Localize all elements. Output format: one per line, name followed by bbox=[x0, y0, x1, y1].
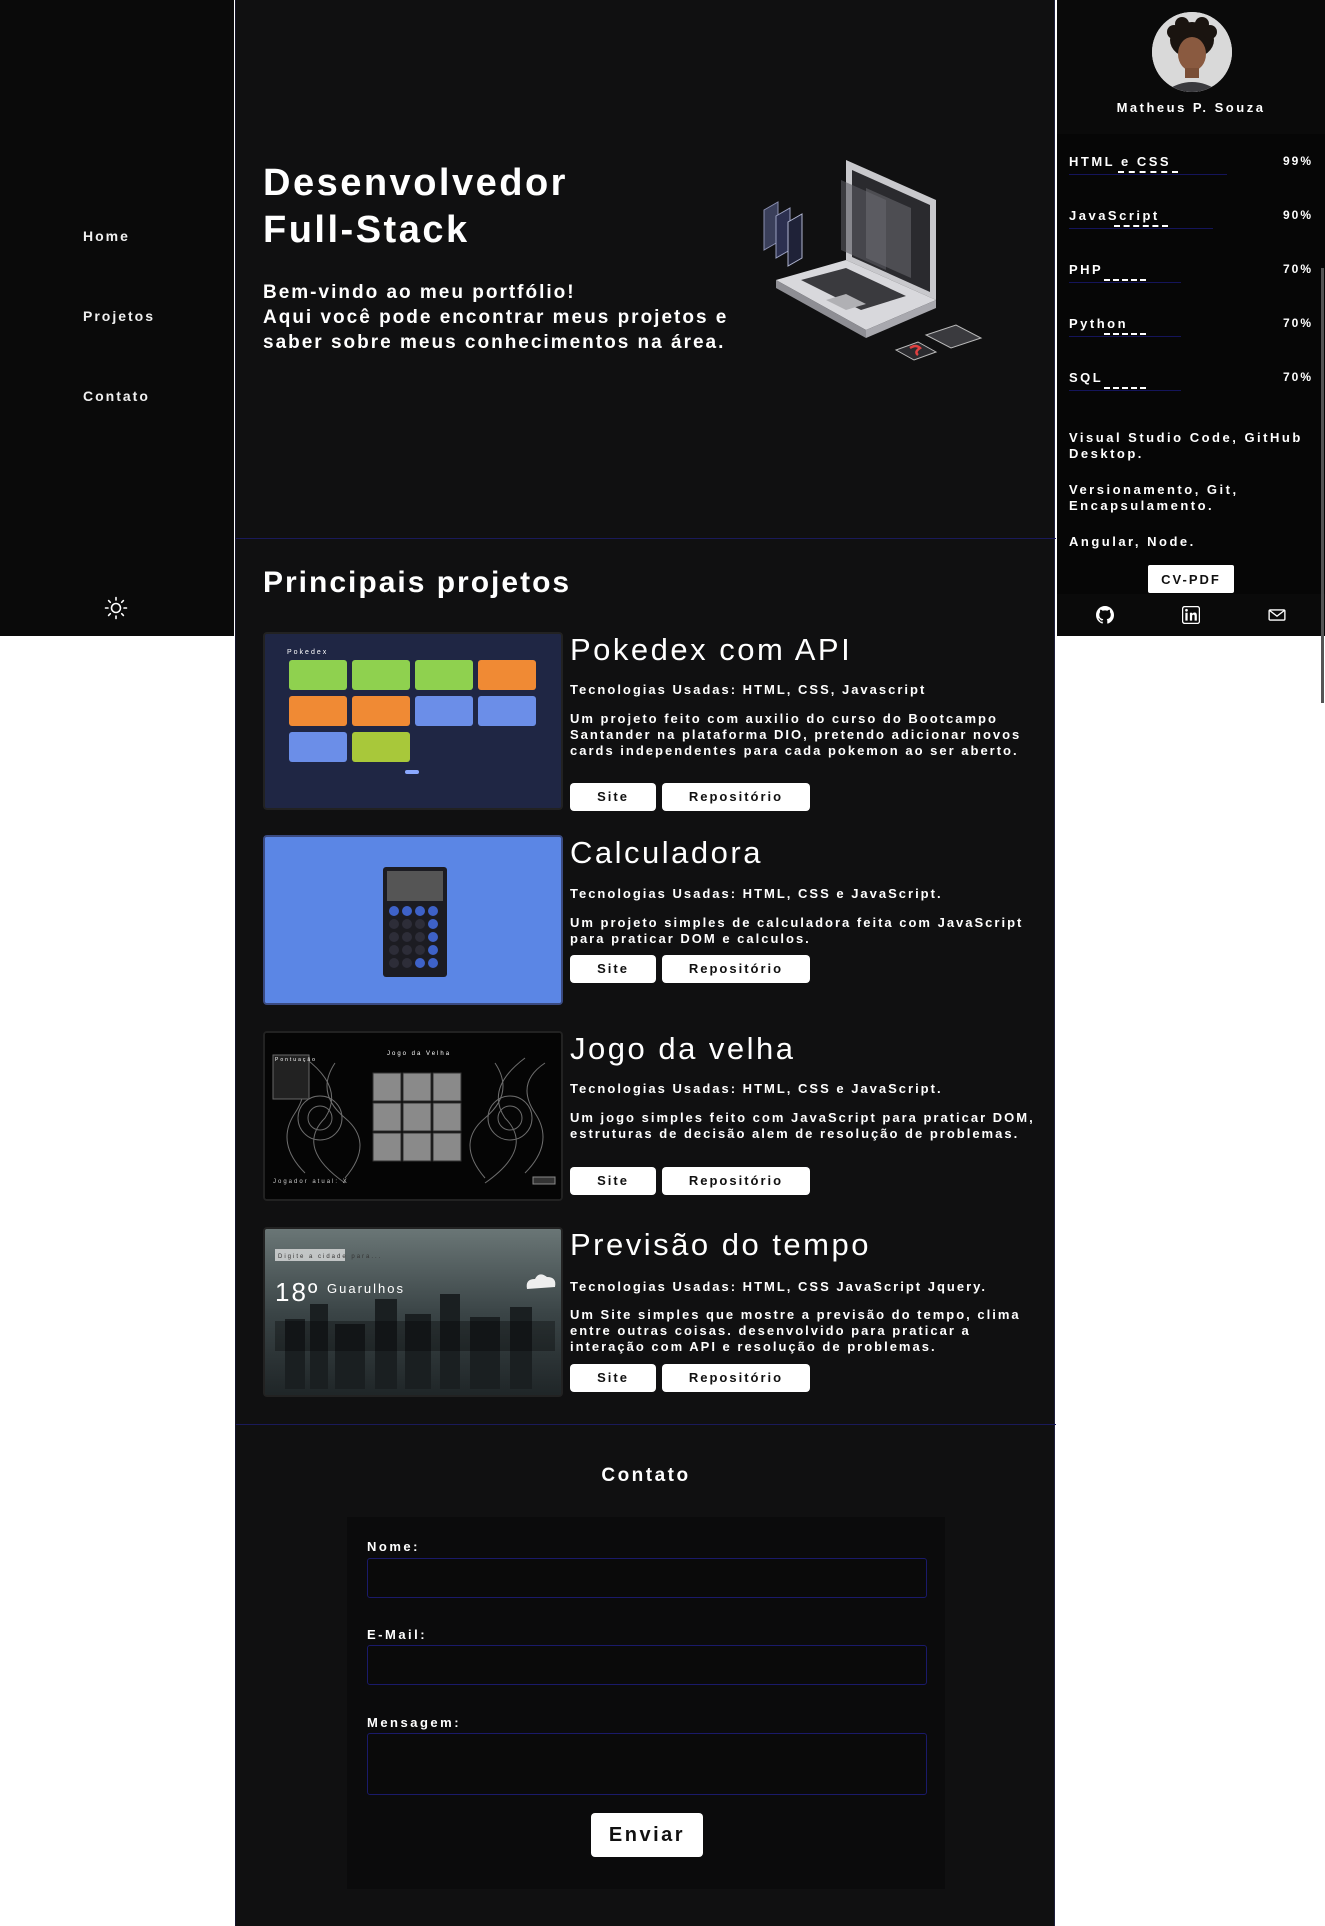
previsao-thumb-temp: 18º bbox=[275, 1277, 319, 1307]
project-description: Um Site simples que mostre a previsão do… bbox=[570, 1307, 1021, 1354]
tools-text: Visual Studio Code, GitHub Desktop. bbox=[1069, 430, 1303, 461]
message-label: Mensagem: bbox=[367, 1715, 462, 1730]
github-icon[interactable] bbox=[1096, 606, 1114, 624]
jogo-da-velha-thumbnail[interactable]: Pontuação Jogo da Velha Jogador atual: X bbox=[263, 1031, 563, 1201]
previsao-screenshot: Digite a cidade para... 18º Guarulhos bbox=[265, 1229, 561, 1395]
avatar bbox=[1152, 12, 1232, 92]
skill-bar bbox=[1069, 225, 1213, 229]
project-tech: Tecnologias Usadas: HTML, CSS e JavaScri… bbox=[570, 1081, 943, 1096]
hero-title: Desenvolvedor Full-Stack bbox=[263, 160, 643, 254]
hero-text-line2: Aqui você pode encontrar meus projetos e… bbox=[263, 307, 729, 353]
sun-icon[interactable] bbox=[104, 596, 128, 620]
repository-button[interactable]: Repositório bbox=[662, 1364, 810, 1392]
project-title: Jogo da velha bbox=[570, 1031, 796, 1066]
floating-cards bbox=[763, 201, 803, 267]
email-field[interactable] bbox=[367, 1645, 927, 1685]
skill-bar-fill bbox=[1103, 387, 1147, 389]
previsao-thumbnail[interactable]: Digite a cidade para... 18º Guarulhos bbox=[263, 1227, 563, 1397]
skill-percent: 99% bbox=[1282, 154, 1313, 168]
nav-contato-link[interactable]: Contato bbox=[83, 388, 150, 404]
project-tech: Tecnologias Usadas: HTML, CSS JavaScript… bbox=[570, 1279, 988, 1294]
social-links bbox=[1057, 596, 1325, 636]
calculadora-screenshot bbox=[265, 837, 561, 1003]
jogo-thumb-player: Jogador atual: X bbox=[273, 1179, 349, 1185]
skill-bar bbox=[1069, 279, 1181, 283]
calculadora-thumbnail[interactable] bbox=[263, 835, 563, 1005]
skill-percent: 70% bbox=[1282, 316, 1313, 330]
skill-bar bbox=[1069, 171, 1228, 175]
contact-title: Contato bbox=[601, 1465, 691, 1486]
project-title: Pokedex com API bbox=[570, 632, 853, 667]
project-description: Um projeto simples de calculadora feita … bbox=[570, 915, 1024, 946]
name-field[interactable] bbox=[367, 1558, 927, 1598]
skill-name: HTML e CSS bbox=[1069, 154, 1172, 169]
skill-bar-fill bbox=[1103, 333, 1147, 335]
profile-name: Matheus P. Souza bbox=[1116, 100, 1266, 115]
previsao-thumb-city: Guarulhos bbox=[327, 1281, 405, 1296]
project-description: Um projeto feito com auxilio do curso do… bbox=[570, 711, 1022, 758]
jogo-thumb-score: Pontuação bbox=[275, 1057, 317, 1063]
hero-welcome-text: Bem-vindo ao meu portfólio! Aqui você po… bbox=[263, 280, 743, 355]
right-sidebar: Matheus P. Souza HTML e CSS 99% JavaScript… bbox=[1057, 0, 1325, 703]
contact-form: Nome: E-Mail: Mensagem: Enviar bbox=[347, 1517, 945, 1889]
projects-section-title: Principais projetos bbox=[263, 566, 572, 599]
main-content: Desenvolvedor Full-Stack Bem-vindo ao me… bbox=[235, 0, 1056, 1926]
skill-bar-fill bbox=[1113, 225, 1169, 227]
hero-section: Desenvolvedor Full-Stack Bem-vindo ao me… bbox=[236, 0, 1056, 539]
left-sidebar: Home Projetos Contato bbox=[0, 0, 234, 636]
nav-projetos-link[interactable]: Projetos bbox=[83, 308, 155, 324]
repository-button[interactable]: Repositório bbox=[662, 1167, 810, 1195]
skill-name: PHP bbox=[1069, 262, 1104, 277]
repository-button[interactable]: Repositório bbox=[662, 955, 810, 983]
repository-button[interactable]: Repositório bbox=[662, 783, 810, 811]
frameworks-text: Angular, Node. bbox=[1069, 534, 1196, 549]
linkedin-icon[interactable] bbox=[1182, 606, 1200, 624]
skills-panel: HTML e CSS 99% JavaScript 90% PHP 70% Python 70… bbox=[1057, 134, 1325, 703]
pokedex-screenshot: Pokedex bbox=[265, 634, 561, 808]
project-tech: Tecnologias Usadas: HTML, CSS, Javascrip… bbox=[570, 682, 927, 697]
laptop-illustration bbox=[763, 160, 983, 361]
hero-title-line1: Desenvolvedor bbox=[263, 162, 568, 204]
concepts-text: Versionamento, Git, Encapsulamento. bbox=[1069, 482, 1239, 513]
skill-name: SQL bbox=[1069, 370, 1104, 385]
site-button[interactable]: Site bbox=[570, 955, 656, 983]
name-label: Nome: bbox=[367, 1539, 420, 1554]
pokedex-thumb-title: Pokedex bbox=[287, 649, 328, 656]
hero-title-line2: Full-Stack bbox=[263, 209, 470, 251]
email-label: E-Mail: bbox=[367, 1627, 428, 1642]
submit-button[interactable]: Enviar bbox=[591, 1813, 703, 1857]
skill-percent: 70% bbox=[1282, 262, 1313, 276]
mail-icon[interactable] bbox=[1268, 606, 1286, 624]
message-field[interactable] bbox=[367, 1733, 927, 1795]
skill-percent: 70% bbox=[1282, 370, 1313, 384]
nav-home-link[interactable]: Home bbox=[83, 228, 130, 244]
skill-percent: 90% bbox=[1282, 208, 1313, 222]
skill-name: JavaScript bbox=[1069, 208, 1160, 223]
skill-bar-fill bbox=[1103, 279, 1147, 281]
skill-bar bbox=[1069, 387, 1181, 391]
jogo-thumb-title: Jogo da Velha bbox=[387, 1051, 451, 1057]
skill-bar-fill bbox=[1118, 171, 1179, 173]
scrollbar[interactable] bbox=[1321, 268, 1324, 703]
hero-text-line1: Bem-vindo ao meu portfólio! bbox=[263, 282, 576, 303]
jogo-da-velha-screenshot: Pontuação Jogo da Velha Jogador atual: X bbox=[265, 1033, 561, 1199]
contact-section: Contato Nome: E-Mail: Mensagem: Enviar bbox=[236, 1424, 1056, 1926]
site-button[interactable]: Site bbox=[570, 783, 656, 811]
project-description: Um jogo simples feito com JavaScript par… bbox=[570, 1110, 1035, 1141]
project-title: Previsão do tempo bbox=[570, 1227, 871, 1262]
project-title: Calculadora bbox=[570, 835, 763, 870]
pokedex-thumbnail[interactable]: Pokedex bbox=[263, 632, 563, 810]
site-button[interactable]: Site bbox=[570, 1167, 656, 1195]
site-button[interactable]: Site bbox=[570, 1364, 656, 1392]
previsao-thumb-search: Digite a cidade para... bbox=[278, 1254, 382, 1260]
skill-name: Python bbox=[1069, 316, 1129, 331]
profile-header: Matheus P. Souza bbox=[1057, 0, 1325, 134]
skill-bar bbox=[1069, 333, 1181, 337]
cv-pdf-button[interactable]: CV-PDF bbox=[1148, 565, 1234, 593]
project-tech: Tecnologias Usadas: HTML, CSS e JavaScri… bbox=[570, 886, 943, 901]
